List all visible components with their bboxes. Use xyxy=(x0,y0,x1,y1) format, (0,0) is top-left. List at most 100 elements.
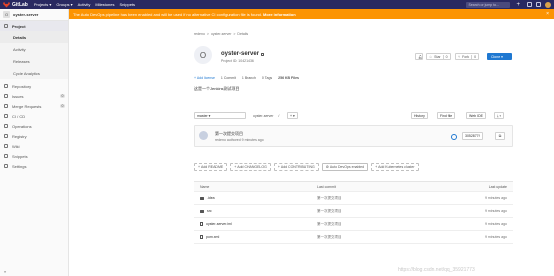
sidebar-item-operations[interactable]: Operations xyxy=(0,121,68,131)
add-readme-button[interactable]: + Add README xyxy=(194,163,228,171)
project-id: Project ID: 10421436 xyxy=(221,59,254,63)
breadcrumb-group[interactable]: redeno xyxy=(194,32,205,36)
settings-icon: ⚙ xyxy=(325,165,329,169)
repo-path-root[interactable]: oyster-server xyxy=(253,114,273,118)
file-name-cell[interactable]: .idea xyxy=(194,196,317,200)
merge-requests-icon[interactable] xyxy=(527,2,532,7)
sidebar-item-label: Registry xyxy=(12,133,27,139)
clone-button[interactable]: Clone ▾ xyxy=(487,53,512,60)
table-row[interactable]: oyster-server.iml 第一次提交项目 9 minutes ago xyxy=(194,218,513,231)
file-name-cell[interactable]: src xyxy=(194,209,317,213)
last-commit-cell[interactable]: 第一次提交项目 xyxy=(317,196,447,201)
collapse-sidebar-button[interactable]: « xyxy=(0,267,6,276)
auto-devops-enabled-button[interactable]: ⚙ Auto DevOps enabled xyxy=(321,163,369,171)
nav-projects[interactable]: Projects ▾ xyxy=(34,2,52,7)
column-header-last-commit: Last commit xyxy=(317,184,336,189)
table-row[interactable]: pom.xml 第一次提交项目 9 minutes ago xyxy=(194,231,513,244)
branch-selector[interactable]: master ▾ xyxy=(194,112,246,119)
merge-requests-count-badge: 0 xyxy=(60,104,65,108)
rocket-icon xyxy=(4,114,8,118)
folder-icon xyxy=(200,196,204,200)
column-header-name: Name xyxy=(200,184,210,189)
sidebar-project-header[interactable]: O oyster-server xyxy=(0,9,68,21)
commit-title[interactable]: 第一次提交项目 xyxy=(215,131,243,137)
nav-groups[interactable]: Groups ▾ xyxy=(56,2,72,7)
new-item-icon[interactable]: + xyxy=(516,2,520,8)
history-button[interactable]: History xyxy=(411,112,428,119)
table-row[interactable]: src 第一次提交项目 9 minutes ago xyxy=(194,205,513,218)
user-avatar[interactable] xyxy=(545,1,551,8)
add-license-link[interactable]: + Add license xyxy=(194,76,215,80)
add-kubernetes-cluster-button[interactable]: + Add Kubernetes cluster xyxy=(371,163,419,171)
repository-icon xyxy=(4,84,8,88)
tile-label: Auto DevOps enabled xyxy=(329,165,365,169)
project-avatar: O xyxy=(3,11,10,18)
snippet-icon xyxy=(4,154,8,158)
breadcrumb-current[interactable]: Details xyxy=(237,32,248,36)
last-commit-cell[interactable]: 第一次提交项目 xyxy=(317,222,447,227)
star-button[interactable]: ☆ Star 0 xyxy=(426,53,451,60)
commit-sha[interactable]: 3052877f xyxy=(462,132,483,140)
file-icon xyxy=(200,235,203,239)
file-name[interactable]: .idea xyxy=(207,196,215,200)
nav-snippets[interactable]: Snippets xyxy=(119,2,135,7)
plus-icon: + xyxy=(277,165,280,169)
sidebar-item-settings[interactable]: Settings xyxy=(0,161,68,171)
nav-milestones[interactable]: Milestones xyxy=(95,2,114,7)
download-dropdown[interactable]: ⤓ ▾ xyxy=(494,112,504,119)
web-ide-button[interactable]: Web IDE xyxy=(466,112,486,119)
fork-button[interactable]: ⑂ Fork 0 xyxy=(455,53,480,60)
sidebar-subitem-activity[interactable]: Activity xyxy=(0,43,68,55)
gear-icon xyxy=(4,164,8,168)
file-name[interactable]: src xyxy=(207,209,212,213)
copy-sha-button[interactable]: ⧉ xyxy=(495,132,505,140)
tags-stat[interactable]: 0 Tags xyxy=(262,76,272,80)
add-changelog-button[interactable]: + Add CHANGELOG xyxy=(230,163,271,171)
file-name[interactable]: pom.xml xyxy=(206,235,219,239)
find-file-button[interactable]: Find file xyxy=(437,112,456,119)
sidebar-subitem-cycle-analytics[interactable]: Cycle Analytics xyxy=(0,67,68,79)
add-file-dropdown[interactable]: + ▾ xyxy=(287,112,298,119)
sidebar-item-wiki[interactable]: Wiki xyxy=(0,141,68,151)
search-input[interactable]: Search or jump to... xyxy=(466,1,511,8)
file-name[interactable]: oyster-server.iml xyxy=(206,222,232,226)
last-commit-cell[interactable]: 第一次提交项目 xyxy=(317,209,447,214)
fork-count: 0 xyxy=(471,54,476,59)
last-commit-cell[interactable]: 第一次提交项目 xyxy=(317,235,447,240)
sidebar-subitem-releases[interactable]: Releases xyxy=(0,55,68,67)
fork-label: Fork xyxy=(462,54,470,59)
gitlab-logo[interactable]: GitLab xyxy=(3,1,28,8)
project-avatar-large: O xyxy=(194,46,212,64)
pipeline-status-icon[interactable] xyxy=(451,134,457,140)
tile-label: Add README xyxy=(201,165,224,169)
plus-icon: + xyxy=(234,165,237,169)
sidebar-item-merge-requests[interactable]: Merge Requests 0 xyxy=(0,101,68,111)
file-name-cell[interactable]: oyster-server.iml xyxy=(194,222,317,226)
author-avatar[interactable] xyxy=(199,131,208,140)
sidebar-item-issues[interactable]: Issues 0 xyxy=(0,91,68,101)
repo-path: oyster-server / xyxy=(253,114,279,118)
sidebar-item-registry[interactable]: Registry xyxy=(0,131,68,141)
star-count: 0 xyxy=(442,54,448,59)
todos-icon[interactable] xyxy=(536,2,541,7)
sidebar-item-project[interactable]: Project xyxy=(0,21,68,31)
add-contributing-button[interactable]: + Add CONTRIBUTING xyxy=(273,163,319,171)
breadcrumb-project[interactable]: oyster-server xyxy=(211,32,231,36)
sidebar-item-snippets[interactable]: Snippets xyxy=(0,151,68,161)
last-commit-panel: 第一次提交项目 redeno authored 9 minutes ago 30… xyxy=(194,125,513,147)
close-icon[interactable]: × xyxy=(546,11,549,17)
file-name-cell[interactable]: pom.xml xyxy=(194,235,317,239)
banner-more-info-link[interactable]: More information xyxy=(263,12,296,17)
sidebar-item-ci-cd[interactable]: CI / CD xyxy=(0,111,68,121)
branches-stat[interactable]: 1 Branch xyxy=(242,76,256,80)
commits-stat[interactable]: 1 Commit xyxy=(221,76,236,80)
nav-activity[interactable]: Activity xyxy=(78,2,91,7)
breadcrumb: redeno > oyster-server > Details xyxy=(194,32,248,36)
notification-bell-button[interactable]: 🔔︎ xyxy=(415,53,423,60)
table-row[interactable]: .idea 第一次提交项目 9 minutes ago xyxy=(194,192,513,205)
issues-count-badge: 0 xyxy=(60,94,65,98)
sidebar-subitem-details[interactable]: Details xyxy=(0,31,68,43)
sidebar-item-label: Operations xyxy=(12,123,32,129)
sidebar-item-repository[interactable]: Repository xyxy=(0,81,68,91)
auto-devops-banner: The Auto DevOps pipeline has been enable… xyxy=(69,9,554,19)
